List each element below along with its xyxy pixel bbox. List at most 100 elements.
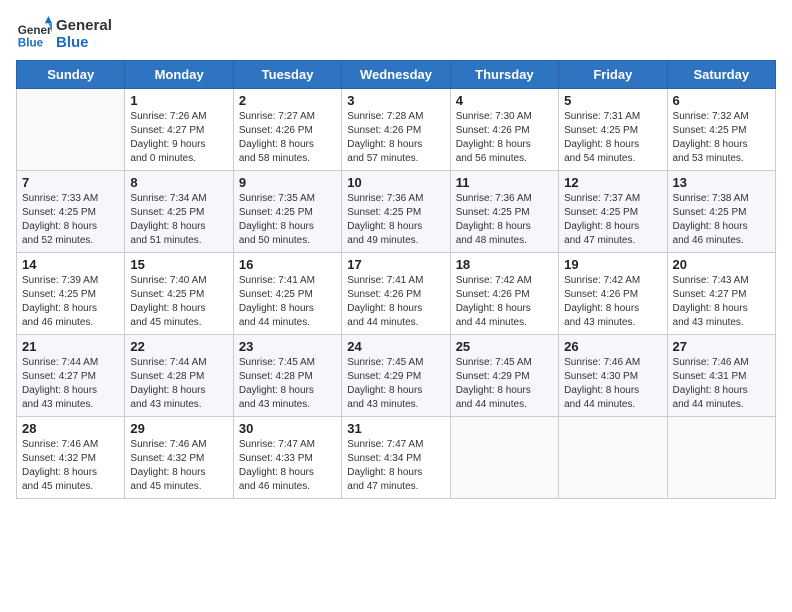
day-detail: Sunrise: 7:38 AMSunset: 4:25 PMDaylight:… <box>673 192 770 248</box>
day-number: 24 <box>347 339 444 354</box>
calendar-cell: 14 Sunrise: 7:39 AMSunset: 4:25 PMDayligh… <box>17 253 125 335</box>
logo-icon: General Blue <box>16 16 52 52</box>
day-number: 8 <box>130 175 227 190</box>
day-number: 21 <box>22 339 119 354</box>
day-detail: Sunrise: 7:46 AMSunset: 4:30 PMDaylight:… <box>564 356 661 412</box>
calendar-cell <box>667 417 775 499</box>
page-header: General Blue General Blue <box>16 16 776 52</box>
day-number: 19 <box>564 257 661 272</box>
day-detail: Sunrise: 7:40 AMSunset: 4:25 PMDaylight:… <box>130 274 227 330</box>
calendar-cell: 30Sunrise: 7:47 AMSunset: 4:33 PMDayligh… <box>233 417 341 499</box>
day-number: 14 <box>22 257 119 272</box>
calendar-cell: 10 Sunrise: 7:36 AMSunset: 4:25 PMDayligh… <box>342 171 450 253</box>
calendar-cell: 22 Sunrise: 7:44 AMSunset: 4:28 PMDayligh… <box>125 335 233 417</box>
calendar-cell: 15 Sunrise: 7:40 AMSunset: 4:25 PMDayligh… <box>125 253 233 335</box>
logo-blue: Blue <box>56 34 112 51</box>
calendar-cell: 7 Sunrise: 7:33 AMSunset: 4:25 PMDaylight… <box>17 171 125 253</box>
logo: General Blue General Blue <box>16 16 112 52</box>
day-number: 11 <box>456 175 553 190</box>
day-detail: Sunrise: 7:44 AMSunset: 4:28 PMDaylight:… <box>130 356 227 412</box>
calendar-cell: 1 Sunrise: 7:26 AMSunset: 4:27 PMDaylight… <box>125 89 233 171</box>
weekday-header: Saturday <box>667 61 775 89</box>
day-detail: Sunrise: 7:32 AMSunset: 4:25 PMDaylight:… <box>673 110 770 166</box>
calendar-cell: 9 Sunrise: 7:35 AMSunset: 4:25 PMDaylight… <box>233 171 341 253</box>
day-detail: Sunrise: 7:37 AMSunset: 4:25 PMDaylight:… <box>564 192 661 248</box>
calendar-cell: 31 Sunrise: 7:47 AMSunset: 4:34 PMDayligh… <box>342 417 450 499</box>
day-detail: Sunrise: 7:30 AMSunset: 4:26 PMDaylight:… <box>456 110 553 166</box>
day-number: 3 <box>347 93 444 108</box>
weekday-header: Sunday <box>17 61 125 89</box>
day-number: 6 <box>673 93 770 108</box>
weekday-header: Friday <box>559 61 667 89</box>
calendar-cell <box>559 417 667 499</box>
calendar-cell <box>17 89 125 171</box>
day-detail: Sunrise: 7:45 AMSunset: 4:29 PMDaylight:… <box>456 356 553 412</box>
calendar-cell: 8 Sunrise: 7:34 AMSunset: 4:25 PMDaylight… <box>125 171 233 253</box>
day-number: 1 <box>130 93 227 108</box>
calendar-cell: 26 Sunrise: 7:46 AMSunset: 4:30 PMDayligh… <box>559 335 667 417</box>
calendar-cell: 5 Sunrise: 7:31 AMSunset: 4:25 PMDaylight… <box>559 89 667 171</box>
calendar-cell: 24 Sunrise: 7:45 AMSunset: 4:29 PMDayligh… <box>342 335 450 417</box>
day-detail: Sunrise: 7:36 AMSunset: 4:25 PMDaylight:… <box>347 192 444 248</box>
day-detail: Sunrise: 7:35 AMSunset: 4:25 PMDaylight:… <box>239 192 336 248</box>
calendar-cell: 27 Sunrise: 7:46 AMSunset: 4:31 PMDayligh… <box>667 335 775 417</box>
day-detail: Sunrise: 7:36 AMSunset: 4:25 PMDaylight:… <box>456 192 553 248</box>
calendar-cell: 21 Sunrise: 7:44 AMSunset: 4:27 PMDayligh… <box>17 335 125 417</box>
day-number: 15 <box>130 257 227 272</box>
day-detail: Sunrise: 7:41 AMSunset: 4:26 PMDaylight:… <box>347 274 444 330</box>
calendar-cell: 4 Sunrise: 7:30 AMSunset: 4:26 PMDaylight… <box>450 89 558 171</box>
day-detail: Sunrise: 7:46 AMSunset: 4:31 PMDaylight:… <box>673 356 770 412</box>
calendar-cell: 6 Sunrise: 7:32 AMSunset: 4:25 PMDaylight… <box>667 89 775 171</box>
day-detail: Sunrise: 7:28 AMSunset: 4:26 PMDaylight:… <box>347 110 444 166</box>
day-detail: Sunrise: 7:33 AMSunset: 4:25 PMDaylight:… <box>22 192 119 248</box>
day-detail: Sunrise: 7:39 AMSunset: 4:25 PMDaylight:… <box>22 274 119 330</box>
calendar-cell: 23 Sunrise: 7:45 AMSunset: 4:28 PMDayligh… <box>233 335 341 417</box>
calendar-cell: 28 Sunrise: 7:46 AMSunset: 4:32 PMDayligh… <box>17 417 125 499</box>
day-number: 28 <box>22 421 119 436</box>
day-detail: Sunrise: 7:43 AMSunset: 4:27 PMDaylight:… <box>673 274 770 330</box>
calendar-table: SundayMondayTuesdayWednesdayThursdayFrid… <box>16 60 776 499</box>
calendar-cell <box>450 417 558 499</box>
calendar-cell: 12Sunrise: 7:37 AMSunset: 4:25 PMDayligh… <box>559 171 667 253</box>
weekday-header: Monday <box>125 61 233 89</box>
calendar-cell: 25 Sunrise: 7:45 AMSunset: 4:29 PMDayligh… <box>450 335 558 417</box>
day-number: 27 <box>673 339 770 354</box>
calendar-cell: 13Sunrise: 7:38 AMSunset: 4:25 PMDayligh… <box>667 171 775 253</box>
day-detail: Sunrise: 7:47 AMSunset: 4:34 PMDaylight:… <box>347 438 444 494</box>
day-number: 17 <box>347 257 444 272</box>
calendar-cell: 11 Sunrise: 7:36 AMSunset: 4:25 PMDayligh… <box>450 171 558 253</box>
day-number: 4 <box>456 93 553 108</box>
svg-text:General: General <box>18 24 52 37</box>
day-number: 9 <box>239 175 336 190</box>
day-number: 29 <box>130 421 227 436</box>
logo-general: General <box>56 17 112 34</box>
day-number: 31 <box>347 421 444 436</box>
day-number: 22 <box>130 339 227 354</box>
day-number: 26 <box>564 339 661 354</box>
day-detail: Sunrise: 7:44 AMSunset: 4:27 PMDaylight:… <box>22 356 119 412</box>
weekday-header: Thursday <box>450 61 558 89</box>
svg-text:Blue: Blue <box>18 37 44 50</box>
weekday-header: Tuesday <box>233 61 341 89</box>
day-detail: Sunrise: 7:42 AMSunset: 4:26 PMDaylight:… <box>564 274 661 330</box>
day-detail: Sunrise: 7:34 AMSunset: 4:25 PMDaylight:… <box>130 192 227 248</box>
calendar-cell: 18Sunrise: 7:42 AMSunset: 4:26 PMDayligh… <box>450 253 558 335</box>
day-detail: Sunrise: 7:31 AMSunset: 4:25 PMDaylight:… <box>564 110 661 166</box>
day-detail: Sunrise: 7:45 AMSunset: 4:28 PMDaylight:… <box>239 356 336 412</box>
day-detail: Sunrise: 7:46 AMSunset: 4:32 PMDaylight:… <box>22 438 119 494</box>
day-number: 10 <box>347 175 444 190</box>
calendar-cell: 20 Sunrise: 7:43 AMSunset: 4:27 PMDayligh… <box>667 253 775 335</box>
day-detail: Sunrise: 7:42 AMSunset: 4:26 PMDaylight:… <box>456 274 553 330</box>
day-number: 5 <box>564 93 661 108</box>
day-detail: Sunrise: 7:46 AMSunset: 4:32 PMDaylight:… <box>130 438 227 494</box>
day-number: 7 <box>22 175 119 190</box>
day-number: 20 <box>673 257 770 272</box>
day-detail: Sunrise: 7:26 AMSunset: 4:27 PMDaylight:… <box>130 110 227 166</box>
day-number: 25 <box>456 339 553 354</box>
day-detail: Sunrise: 7:27 AMSunset: 4:26 PMDaylight:… <box>239 110 336 166</box>
day-number: 30 <box>239 421 336 436</box>
calendar-cell: 3 Sunrise: 7:28 AMSunset: 4:26 PMDaylight… <box>342 89 450 171</box>
day-detail: Sunrise: 7:45 AMSunset: 4:29 PMDaylight:… <box>347 356 444 412</box>
calendar-cell: 17 Sunrise: 7:41 AMSunset: 4:26 PMDayligh… <box>342 253 450 335</box>
day-number: 23 <box>239 339 336 354</box>
